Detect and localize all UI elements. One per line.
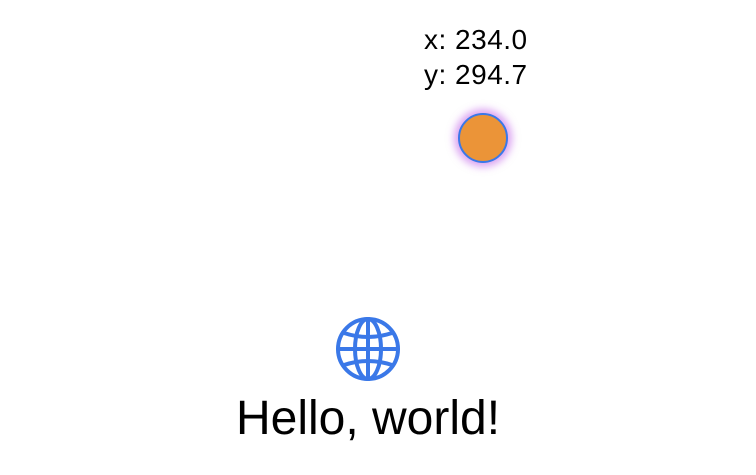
globe-icon bbox=[336, 317, 400, 381]
coordinate-readout: x: 234.0 y: 294.7 bbox=[424, 22, 528, 92]
x-coordinate-label: x: 234.0 bbox=[424, 24, 528, 55]
greeting-text: Hello, world! bbox=[235, 392, 501, 445]
y-coordinate-label: y: 294.7 bbox=[424, 59, 528, 90]
draggable-dot[interactable] bbox=[458, 113, 508, 163]
